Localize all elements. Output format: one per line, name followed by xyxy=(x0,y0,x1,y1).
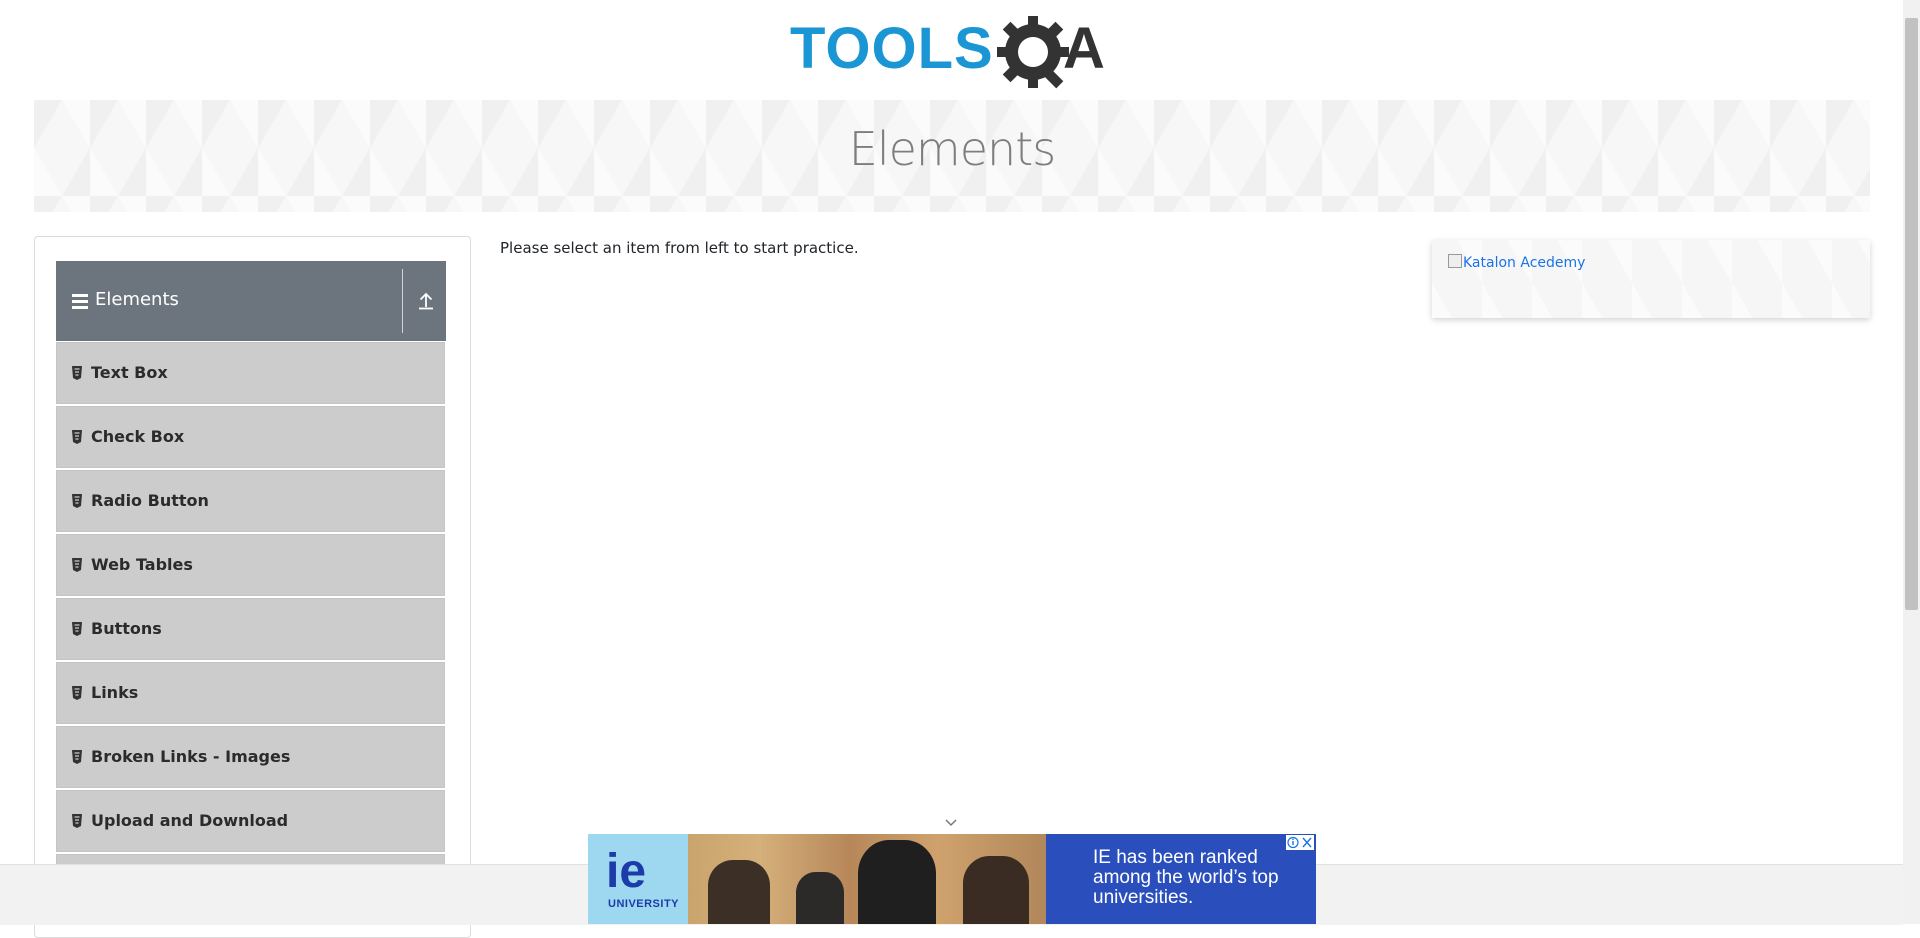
chevron-down-icon[interactable] xyxy=(944,818,958,828)
page-banner: Elements xyxy=(34,100,1870,212)
sidebar-item-label: Text Box xyxy=(91,363,168,382)
sidebar-group-title: Elements xyxy=(95,289,179,310)
practice-instruction: Please select an item from left to start… xyxy=(500,239,859,257)
sidebar-item-radio-button[interactable]: Radio Button xyxy=(56,470,445,532)
broken-image-link[interactable]: Katalon Acedemy xyxy=(1448,254,1585,271)
sidebar-item-label: Web Tables xyxy=(91,555,193,574)
toolsqa-logo[interactable]: TOOLS A xyxy=(790,14,1116,92)
person-figure xyxy=(796,872,844,924)
html5-icon xyxy=(72,686,82,700)
person-figure xyxy=(963,856,1029,924)
ie-university-label: UNIVERSITY xyxy=(608,898,680,910)
ie-logo: ie xyxy=(606,845,647,898)
sidebar-item-label: Links xyxy=(91,683,139,702)
page-title: Elements xyxy=(848,122,1056,176)
html5-icon xyxy=(72,558,82,572)
person-figure xyxy=(858,840,936,924)
sidebar-group-header-elements[interactable]: Elements xyxy=(56,261,446,341)
header-divider xyxy=(402,269,403,333)
hamburger-icon xyxy=(72,294,88,309)
sidebar-item-text-box[interactable]: Text Box xyxy=(56,342,445,404)
sidebar-item-upload-and-download[interactable]: Upload and Download xyxy=(56,790,445,852)
ie-university-ad[interactable]: ie UNIVERSITY IE has been ranked among t… xyxy=(588,834,1316,924)
sidebar-item-check-box[interactable]: Check Box xyxy=(56,406,445,468)
html5-icon xyxy=(72,814,82,828)
sidebar-item-label: Buttons xyxy=(91,619,162,638)
sidebar-item-label: Check Box xyxy=(91,427,185,446)
sidebar-item-label: Radio Button xyxy=(91,491,209,510)
broken-image-alt: Katalon Acedemy xyxy=(1463,255,1586,271)
sidebar-item-links[interactable]: Links xyxy=(56,662,445,724)
sidebar: Elements Text Box Check Box Radio Button… xyxy=(34,236,471,938)
html5-icon xyxy=(72,750,82,764)
sidebar-item-broken-links-images[interactable]: Broken Links - Images xyxy=(56,726,445,788)
collapse-up-icon[interactable] xyxy=(412,287,440,315)
html5-icon xyxy=(72,622,82,636)
broken-image-icon xyxy=(1448,254,1462,268)
html5-icon xyxy=(72,494,82,508)
sidebar-item-label: Upload and Download xyxy=(91,811,289,830)
ie-logo-box: ie UNIVERSITY xyxy=(588,834,688,924)
html5-icon xyxy=(72,430,82,444)
ad-photo xyxy=(688,834,1046,924)
sidebar-item-label: Broken Links - Images xyxy=(91,747,291,766)
sidebar-item-web-tables[interactable]: Web Tables xyxy=(56,534,445,596)
ad-headline: IE has been ranked among the world’s top… xyxy=(1093,847,1279,908)
katalon-ad[interactable]: Katalon Acedemy xyxy=(1432,240,1870,318)
logo-suffix: A xyxy=(1063,16,1105,81)
sidebar-item-buttons[interactable]: Buttons xyxy=(56,598,445,660)
ad-choices-close-icon[interactable] xyxy=(1286,835,1314,850)
html5-icon xyxy=(72,366,82,380)
scrollbar-thumb[interactable] xyxy=(1905,18,1918,610)
person-figure xyxy=(708,860,770,924)
logo-text: TOOLS xyxy=(790,16,994,81)
